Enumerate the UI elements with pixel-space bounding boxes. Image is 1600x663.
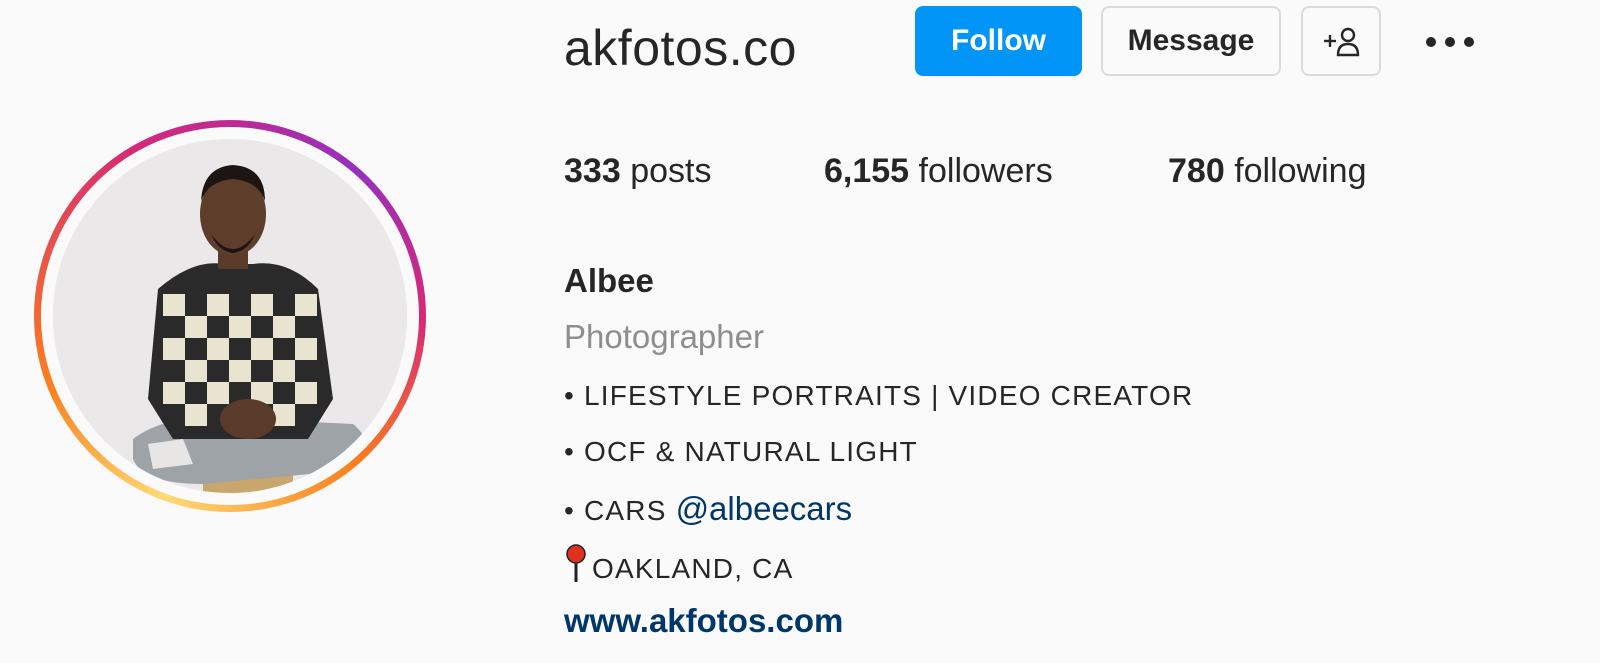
message-button[interactable]: Message bbox=[1101, 6, 1281, 76]
posts-label: posts bbox=[630, 152, 712, 190]
profile-header: akfotos.co Follow Message 333 posts 6,15… bbox=[0, 0, 1600, 663]
username: akfotos.co bbox=[564, 20, 797, 76]
posts-number: 333 bbox=[564, 152, 621, 190]
followers-label: followers bbox=[918, 152, 1053, 190]
bio-line-4: OAKLAND, CA bbox=[564, 544, 793, 585]
follow-button[interactable]: Follow bbox=[915, 6, 1082, 76]
bio-line-3-text: • CARS bbox=[564, 495, 667, 526]
website-link[interactable]: www.akfotos.com bbox=[564, 602, 843, 640]
round-pushpin-icon bbox=[566, 544, 586, 582]
posts-count: 333 posts bbox=[564, 152, 711, 191]
more-options-icon bbox=[1426, 37, 1474, 47]
bio-line-3: • CARS @albeecars bbox=[564, 490, 852, 528]
full-name: Albee bbox=[564, 262, 654, 299]
bio-line-1: • LIFESTYLE PORTRAITS | VIDEO CREATOR bbox=[564, 380, 1194, 411]
suggested-accounts-button[interactable] bbox=[1301, 6, 1381, 76]
avatar[interactable] bbox=[53, 139, 407, 493]
bio-line-2: • OCF & NATURAL LIGHT bbox=[564, 436, 918, 467]
following-label: following bbox=[1234, 152, 1367, 190]
mention-link[interactable]: @albeecars bbox=[676, 490, 853, 527]
add-person-icon bbox=[1324, 27, 1360, 57]
followers-number: 6,155 bbox=[824, 152, 910, 190]
followers-link[interactable]: 6,155 followers bbox=[824, 152, 1053, 191]
more-options-button[interactable] bbox=[1420, 22, 1480, 62]
profile-photo bbox=[53, 139, 407, 493]
following-number: 780 bbox=[1168, 152, 1225, 190]
story-ring[interactable] bbox=[34, 120, 426, 512]
location-text: OAKLAND, CA bbox=[592, 553, 794, 584]
category-label: Photographer bbox=[564, 318, 764, 355]
following-link[interactable]: 780 following bbox=[1168, 152, 1367, 191]
